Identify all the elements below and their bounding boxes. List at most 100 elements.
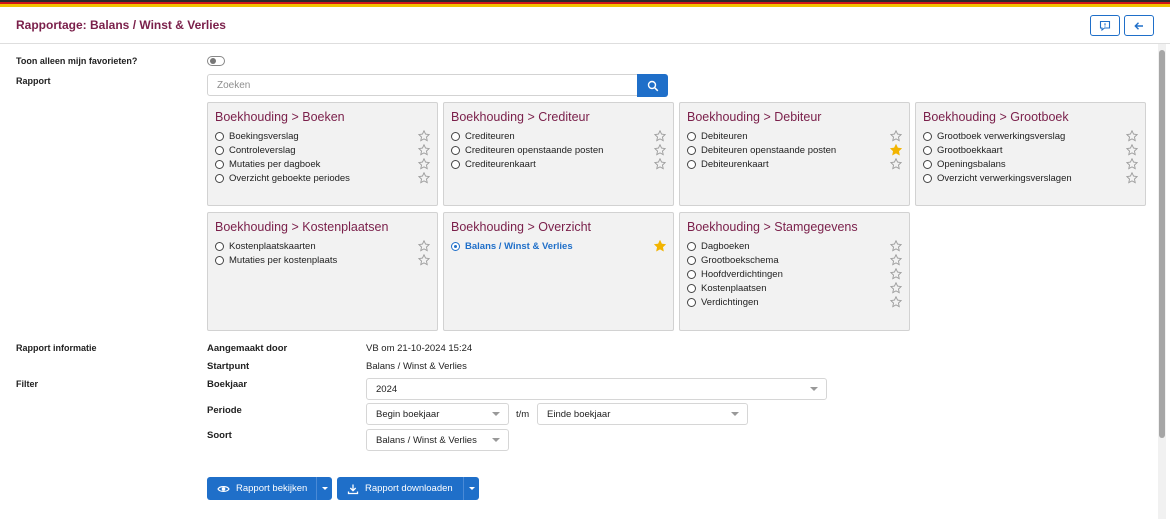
view-report-options-button[interactable] bbox=[316, 477, 332, 500]
report-group-card: Boekhouding > Kostenplaatsen Kostenplaats… bbox=[207, 212, 438, 331]
view-report-button[interactable]: Rapport bekijken bbox=[207, 477, 332, 500]
favorite-star-icon[interactable] bbox=[1126, 172, 1138, 184]
favorite-star-icon[interactable] bbox=[654, 240, 666, 252]
period-from-select[interactable]: Begin boekjaar bbox=[366, 403, 509, 425]
favorite-star-icon[interactable] bbox=[418, 158, 430, 170]
type-label: Soort bbox=[207, 430, 232, 441]
start-value: Balans / Winst & Verlies bbox=[366, 361, 467, 372]
favorite-star-icon[interactable] bbox=[890, 240, 902, 252]
favorite-star-icon[interactable] bbox=[1126, 130, 1138, 142]
year-select[interactable]: 2024 bbox=[366, 378, 827, 400]
caret-down-icon bbox=[468, 487, 475, 490]
report-radio[interactable] bbox=[687, 297, 696, 307]
favorite-star-icon[interactable] bbox=[890, 130, 902, 142]
report-radio[interactable] bbox=[451, 159, 460, 169]
report-option[interactable]: Boekingsverslag bbox=[215, 129, 430, 143]
report-option[interactable]: Overzicht geboekte periodes bbox=[215, 171, 430, 185]
report-group-title: Boekhouding > Overzicht bbox=[451, 220, 592, 234]
report-option[interactable]: Crediteuren bbox=[451, 129, 666, 143]
favorite-star-icon[interactable] bbox=[890, 268, 902, 280]
report-option[interactable]: Crediteurenkaart bbox=[451, 157, 666, 171]
period-from-value: Begin boekjaar bbox=[376, 408, 440, 420]
favorite-star-icon[interactable] bbox=[418, 254, 430, 266]
report-option[interactable]: Debiteuren openstaande posten bbox=[687, 143, 902, 157]
search-button[interactable] bbox=[637, 74, 668, 97]
favorites-toggle[interactable] bbox=[207, 56, 225, 66]
report-radio[interactable] bbox=[215, 241, 224, 251]
report-radio[interactable] bbox=[687, 131, 696, 141]
report-option[interactable]: Dagboeken bbox=[687, 239, 902, 253]
report-option[interactable]: Debiteurenkaart bbox=[687, 157, 902, 171]
favorite-star-icon[interactable] bbox=[890, 296, 902, 308]
report-option[interactable]: Overzicht verwerkingsverslagen bbox=[923, 171, 1138, 185]
report-option[interactable]: Controleverslag bbox=[215, 143, 430, 157]
favorite-star-icon[interactable] bbox=[654, 144, 666, 156]
favorite-star-icon[interactable] bbox=[890, 144, 902, 156]
report-option[interactable]: Grootboek verwerkingsverslag bbox=[923, 129, 1138, 143]
report-option[interactable]: Mutaties per kostenplaats bbox=[215, 253, 430, 267]
report-option[interactable]: Grootboekschema bbox=[687, 253, 902, 267]
page-title: Rapportage: Balans / Winst & Verlies bbox=[16, 18, 226, 32]
favorite-star-icon[interactable] bbox=[654, 158, 666, 170]
favorite-star-icon[interactable] bbox=[890, 158, 902, 170]
report-option[interactable]: Kostenplaatskaarten bbox=[215, 239, 430, 253]
report-radio[interactable] bbox=[687, 159, 696, 169]
report-radio[interactable] bbox=[687, 283, 696, 293]
favorite-star-icon[interactable] bbox=[890, 282, 902, 294]
report-radio[interactable] bbox=[215, 131, 224, 141]
report-option[interactable]: Hoofdverdichtingen bbox=[687, 267, 902, 281]
report-option[interactable]: Crediteuren openstaande posten bbox=[451, 143, 666, 157]
favorite-star-icon[interactable] bbox=[1126, 144, 1138, 156]
report-option-label: Kostenplaatsen bbox=[701, 282, 767, 294]
report-radio[interactable] bbox=[687, 255, 696, 265]
period-to-select[interactable]: Einde boekjaar bbox=[537, 403, 748, 425]
report-radio[interactable] bbox=[923, 145, 932, 155]
download-report-options-button[interactable] bbox=[463, 477, 479, 500]
scrollbar-thumb[interactable] bbox=[1159, 50, 1165, 438]
report-search-input[interactable] bbox=[207, 74, 638, 96]
report-option-label: Grootboek verwerkingsverslag bbox=[937, 130, 1066, 142]
download-report-label: Rapport downloaden bbox=[365, 483, 453, 494]
report-radio[interactable] bbox=[687, 145, 696, 155]
favorite-star-icon[interactable] bbox=[418, 130, 430, 142]
start-label: Startpunt bbox=[207, 361, 250, 372]
report-option[interactable]: Balans / Winst & Verlies bbox=[451, 239, 666, 253]
download-report-button[interactable]: Rapport downloaden bbox=[337, 477, 479, 500]
chevron-down-icon bbox=[492, 438, 500, 442]
favorite-star-icon[interactable] bbox=[418, 144, 430, 156]
report-radio[interactable] bbox=[687, 241, 696, 251]
period-to-value: Einde boekjaar bbox=[547, 408, 611, 420]
favorite-star-icon[interactable] bbox=[1126, 158, 1138, 170]
created-by-value: VB om 21-10-2024 15:24 bbox=[366, 343, 473, 354]
report-radio[interactable] bbox=[215, 173, 224, 183]
chevron-down-icon bbox=[810, 387, 818, 391]
arrow-left-icon bbox=[1134, 21, 1143, 30]
report-radio[interactable] bbox=[451, 145, 460, 155]
report-option[interactable]: Kostenplaatsen bbox=[687, 281, 902, 295]
favorite-star-icon[interactable] bbox=[890, 254, 902, 266]
report-radio[interactable] bbox=[923, 173, 932, 183]
report-option[interactable]: Openingsbalans bbox=[923, 157, 1138, 171]
report-group-card: Boekhouding > Boeken Boekingsverslag Contr… bbox=[207, 102, 438, 206]
report-radio[interactable] bbox=[923, 159, 932, 169]
type-select[interactable]: Balans / Winst & Verlies bbox=[366, 429, 509, 451]
favorite-star-icon[interactable] bbox=[418, 240, 430, 252]
report-radio[interactable] bbox=[923, 131, 932, 141]
favorite-star-icon[interactable] bbox=[654, 130, 666, 142]
report-option-label: Controleverslag bbox=[229, 144, 296, 156]
report-option[interactable]: Grootboekkaart bbox=[923, 143, 1138, 157]
report-radio[interactable] bbox=[451, 241, 460, 251]
report-option[interactable]: Verdichtingen bbox=[687, 295, 902, 309]
report-radio[interactable] bbox=[687, 269, 696, 279]
report-radio[interactable] bbox=[215, 159, 224, 169]
feedback-button[interactable] bbox=[1090, 15, 1120, 36]
report-option[interactable]: Mutaties per dagboek bbox=[215, 157, 430, 171]
report-group-title: Boekhouding > Kostenplaatsen bbox=[215, 220, 389, 234]
report-option-label: Boekingsverslag bbox=[229, 130, 299, 142]
report-radio[interactable] bbox=[215, 145, 224, 155]
report-radio[interactable] bbox=[215, 255, 224, 265]
report-option[interactable]: Debiteuren bbox=[687, 129, 902, 143]
back-button[interactable] bbox=[1124, 15, 1154, 36]
favorite-star-icon[interactable] bbox=[418, 172, 430, 184]
report-radio[interactable] bbox=[451, 131, 460, 141]
